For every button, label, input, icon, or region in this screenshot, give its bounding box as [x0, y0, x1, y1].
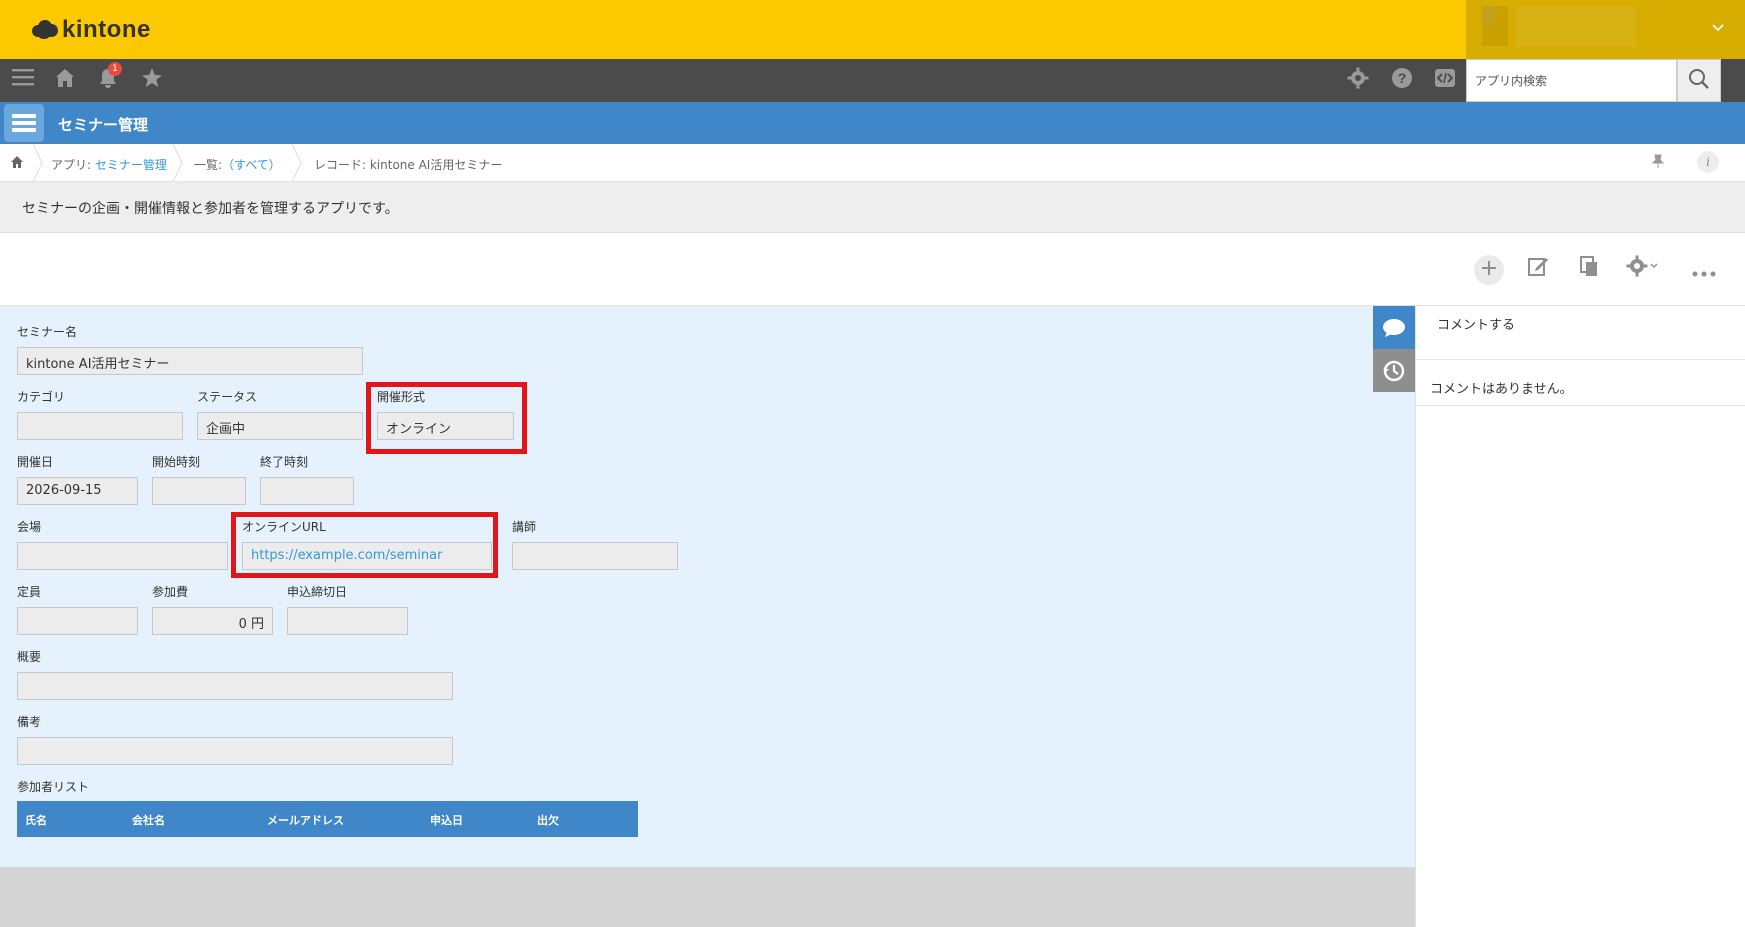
- notes-label: 備考: [17, 715, 42, 729]
- breadcrumb-separator: [172, 144, 183, 182]
- column-header-email: メールアドレス: [267, 814, 344, 827]
- participants-table-header: 氏名 会社名 メールアドレス 申込日 出欠: [17, 801, 638, 837]
- start-time-label: 開始時刻: [152, 455, 201, 469]
- date-label: 開催日: [17, 455, 54, 469]
- breadcrumb-home-icon[interactable]: [10, 155, 24, 172]
- status-label: ステータス: [197, 390, 258, 404]
- breadcrumb-app[interactable]: アプリ: セミナー管理: [51, 156, 167, 173]
- kintone-logo-icon: [32, 19, 58, 41]
- side-tabs: [1373, 306, 1415, 392]
- comment-input[interactable]: コメントする: [1416, 306, 1745, 360]
- summary-label: 概要: [17, 650, 42, 664]
- end-time-label: 終了時刻: [260, 455, 309, 469]
- more-options-button[interactable]: [1689, 255, 1719, 285]
- highlight-box-url: [231, 512, 498, 578]
- comment-icon: [1383, 318, 1405, 337]
- highlight-box-format: [366, 382, 527, 454]
- breadcrumb-separator: [32, 144, 43, 182]
- deadline-field[interactable]: [287, 607, 408, 635]
- edit-button[interactable]: [1523, 255, 1553, 285]
- form-footer: [0, 867, 1415, 927]
- duplicate-button[interactable]: [1574, 255, 1604, 285]
- seminar-name-field[interactable]: kintone AI活用セミナー: [17, 347, 363, 375]
- fee-field[interactable]: 0 円: [152, 607, 273, 635]
- app-search-input[interactable]: アプリ内検索: [1466, 59, 1677, 102]
- capacity-field[interactable]: [17, 607, 138, 635]
- home-icon[interactable]: [52, 67, 78, 93]
- lecturer-label: 講師: [512, 520, 537, 534]
- help-icon[interactable]: ?: [1389, 67, 1415, 93]
- category-label: カテゴリ: [17, 390, 66, 404]
- add-record-button[interactable]: [1474, 255, 1504, 285]
- breadcrumb: アプリ: セミナー管理 一覧:（すべて） レコード: kintone AI活用セ…: [0, 144, 1745, 182]
- comment-placeholder: コメントする: [1437, 318, 1516, 333]
- app-description-text: セミナーの企画・開催情報と参加者を管理するアプリです。: [22, 201, 399, 217]
- deadline-label: 申込締切日: [287, 585, 348, 599]
- gear-icon[interactable]: [1345, 67, 1371, 93]
- search-icon: [1688, 68, 1710, 94]
- copy-icon: [1580, 256, 1597, 276]
- record-action-bar: [0, 233, 1745, 306]
- user-menu[interactable]: [1466, 0, 1745, 59]
- status-field[interactable]: 企画中: [197, 412, 363, 440]
- gear-icon: [1626, 255, 1658, 277]
- pin-icon[interactable]: [1651, 154, 1665, 172]
- no-comments-text: コメントはありません。: [1430, 382, 1573, 397]
- notes-field[interactable]: [17, 737, 453, 765]
- venue-field[interactable]: [17, 542, 228, 570]
- category-field[interactable]: [17, 412, 183, 440]
- capacity-label: 定員: [17, 585, 42, 599]
- summary-field[interactable]: [17, 672, 453, 700]
- code-icon[interactable]: [1432, 67, 1458, 93]
- global-header: kintone: [0, 0, 1745, 59]
- column-header-attendance: 出欠: [537, 814, 559, 827]
- app-title[interactable]: セミナー管理: [58, 114, 148, 135]
- breadcrumb-app-link[interactable]: セミナー管理: [95, 158, 167, 172]
- star-icon[interactable]: [139, 67, 165, 93]
- column-header-applied-date: 申込日: [430, 814, 463, 827]
- settings-dropdown-button[interactable]: [1623, 255, 1669, 285]
- date-field[interactable]: 2026-09-15: [17, 477, 138, 505]
- menu-icon[interactable]: [10, 67, 36, 93]
- participants-label: 参加者リスト: [17, 780, 90, 794]
- breadcrumb-list-prefix: 一覧:: [194, 158, 223, 172]
- venue-label: 会場: [17, 520, 42, 534]
- breadcrumb-separator: [291, 144, 302, 182]
- start-time-field[interactable]: [152, 477, 246, 505]
- history-tab[interactable]: [1373, 349, 1415, 392]
- column-header-company: 会社名: [132, 814, 165, 827]
- app-description: セミナーの企画・開催情報と参加者を管理するアプリです。: [0, 182, 1745, 233]
- svg-text:?: ?: [1398, 70, 1407, 86]
- no-comments-message: コメントはありません。: [1416, 360, 1745, 406]
- more-icon: [1692, 271, 1716, 277]
- notification-badge: 1: [108, 62, 122, 76]
- comments-tab[interactable]: [1373, 306, 1415, 349]
- search-button[interactable]: [1677, 59, 1721, 102]
- chevron-down-icon: [1712, 20, 1724, 36]
- breadcrumb-list-link[interactable]: （すべて）: [222, 158, 281, 172]
- kintone-logo[interactable]: kintone: [32, 16, 151, 44]
- avatar: [1482, 6, 1508, 46]
- fee-label: 参加費: [152, 585, 189, 599]
- history-icon: [1383, 360, 1405, 381]
- edit-icon: [1528, 258, 1548, 276]
- user-name-blurred: [1516, 6, 1636, 46]
- breadcrumb-record: レコード: kintone AI活用セミナー: [314, 158, 503, 172]
- plus-icon: [1482, 261, 1496, 275]
- breadcrumb-app-prefix: アプリ:: [51, 158, 92, 172]
- end-time-field[interactable]: [260, 477, 354, 505]
- column-header-name: 氏名: [25, 814, 47, 827]
- lecturer-field[interactable]: [512, 542, 678, 570]
- breadcrumb-list[interactable]: 一覧:（すべて）: [194, 156, 281, 173]
- app-header: セミナー管理: [0, 102, 1745, 144]
- comment-panel: コメントする コメントはありません。: [1415, 306, 1745, 927]
- seminar-name-label: セミナー名: [17, 325, 78, 339]
- app-list-icon[interactable]: [4, 104, 44, 142]
- logo-text: kintone: [62, 16, 151, 43]
- info-icon[interactable]: i: [1697, 151, 1719, 173]
